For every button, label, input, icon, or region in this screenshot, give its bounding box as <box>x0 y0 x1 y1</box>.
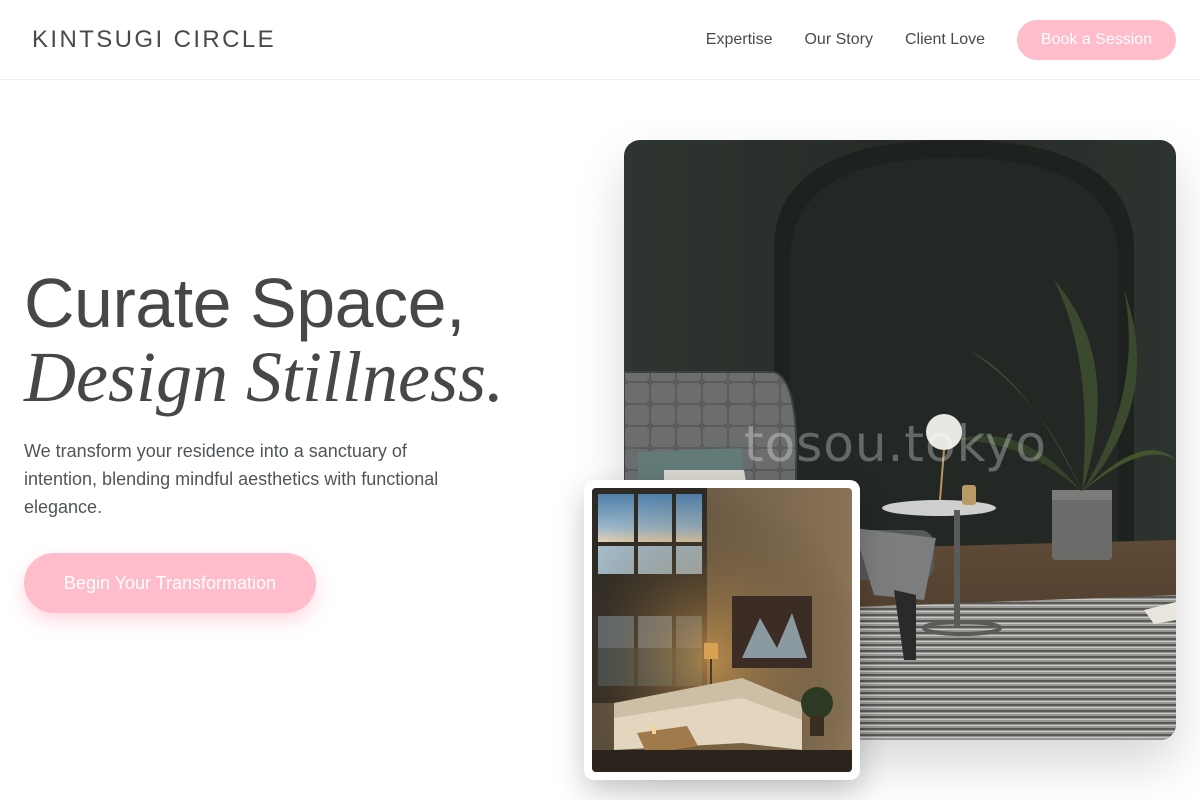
nav-link-our-story[interactable]: Our Story <box>804 31 872 49</box>
begin-transformation-button[interactable]: Begin Your Transformation <box>24 553 316 613</box>
book-session-button[interactable]: Book a Session <box>1017 19 1176 60</box>
hero-title-line1: Curate Space, <box>24 264 465 342</box>
living-room-illustration <box>592 488 852 772</box>
brand-logo[interactable]: KINTSUGI CIRCLE <box>32 26 276 54</box>
nav-menu: Expertise Our Story Client Love Book a S… <box>706 19 1176 60</box>
top-navbar: KINTSUGI CIRCLE Expertise Our Story Clie… <box>0 0 1200 80</box>
hero-description: We transform your residence into a sanct… <box>24 441 439 517</box>
nav-link-client-love[interactable]: Client Love <box>905 31 985 49</box>
hero-secondary-image <box>584 480 860 780</box>
nav-link-expertise[interactable]: Expertise <box>706 31 773 49</box>
hero-title-line2: Design Stillness. <box>24 337 504 417</box>
hero-title: Curate Space, Design Stillness. <box>24 264 584 417</box>
image-watermark: tosou.tokyo <box>744 415 1047 473</box>
